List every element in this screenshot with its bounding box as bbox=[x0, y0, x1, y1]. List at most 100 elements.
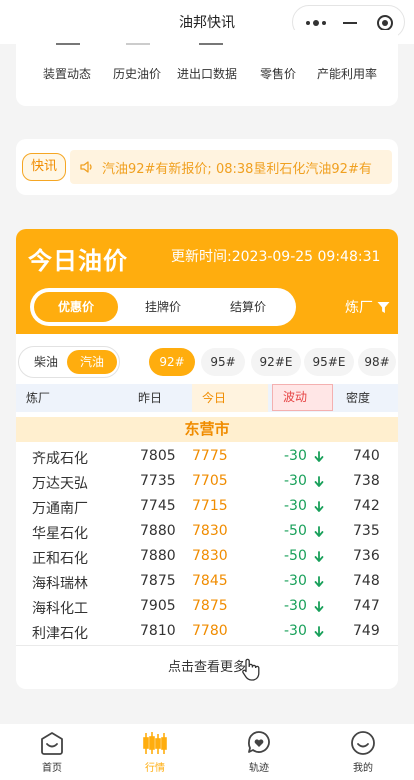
down-arrow-icon bbox=[314, 526, 324, 537]
more-icon[interactable] bbox=[306, 20, 326, 26]
price-change: -30 bbox=[284, 573, 307, 589]
down-arrow-icon bbox=[314, 601, 324, 612]
refinery-name: 万达天弘 bbox=[32, 476, 88, 492]
refinery-filter-label: 炼厂 bbox=[345, 300, 373, 316]
table-row[interactable]: 万通南厂 7745 7715 -30 742 bbox=[16, 495, 398, 520]
yesterday-price: 7805 bbox=[140, 448, 176, 464]
news-badge: 快讯 bbox=[22, 153, 66, 181]
price-title: 今日油价 bbox=[28, 247, 128, 275]
nav-track-label: 轨迹 bbox=[249, 763, 269, 774]
down-arrow-icon bbox=[314, 626, 324, 637]
refinery-name: 齐成石化 bbox=[32, 451, 88, 467]
table-row[interactable]: 正和石化 7880 7830 -50 736 bbox=[16, 545, 398, 570]
table-row[interactable]: 万达天弘 7735 7705 -30 738 bbox=[16, 470, 398, 495]
grade-95[interactable]: 95# bbox=[201, 348, 245, 376]
grade-95e[interactable]: 95#E bbox=[304, 348, 354, 376]
density-value: 747 bbox=[353, 598, 380, 614]
density-value: 738 bbox=[353, 473, 380, 489]
category-icon-stub bbox=[126, 43, 150, 45]
category-icon-stub bbox=[56, 43, 80, 45]
view-more-button[interactable]: 点击查看更多 bbox=[16, 645, 398, 689]
col-refinery: 炼厂 bbox=[26, 391, 51, 405]
category-icon-stub bbox=[199, 43, 223, 45]
refinery-filter[interactable]: 炼厂 bbox=[345, 297, 390, 317]
close-target-icon[interactable] bbox=[377, 15, 393, 31]
news-ticker[interactable]: 快讯 汽油92#有新报价; 08:38垦利石化汽油92#有 bbox=[16, 139, 398, 195]
nav-profile[interactable]: 我的 bbox=[333, 730, 393, 774]
nav-home[interactable]: 首页 bbox=[22, 730, 82, 774]
yesterday-price: 7875 bbox=[140, 573, 176, 589]
fuel-gasoline[interactable]: 汽油 bbox=[67, 350, 117, 374]
city-header: 东营市 bbox=[16, 417, 398, 442]
refinery-name: 利津石化 bbox=[32, 626, 88, 642]
table-row[interactable]: 利津石化 7810 7780 -30 749 bbox=[16, 620, 398, 645]
update-time: 更新时间:2023-09-25 09:48:31 bbox=[171, 249, 381, 265]
category-equipment[interactable]: 装置动态 bbox=[43, 65, 91, 82]
refinery-name: 海科瑞林 bbox=[32, 576, 88, 592]
density-value: 748 bbox=[353, 573, 380, 589]
home-icon bbox=[41, 732, 63, 755]
density-value: 749 bbox=[353, 623, 380, 639]
category-capacity[interactable]: 产能利用率 bbox=[317, 65, 377, 82]
down-arrow-icon bbox=[314, 451, 324, 462]
col-density[interactable]: 密度 bbox=[346, 384, 370, 412]
filter-icon bbox=[377, 301, 390, 313]
price-change: -50 bbox=[284, 548, 307, 564]
category-card: 装置动态 历史油价 进出口数据 零售价 产能利用率 bbox=[16, 30, 398, 106]
nav-profile-label: 我的 bbox=[353, 763, 373, 774]
col-today[interactable]: 今日 bbox=[192, 384, 268, 412]
tab-settlement-price[interactable]: 结算价 bbox=[206, 292, 290, 322]
fuel-type-switch: 柴油 汽油 bbox=[18, 346, 120, 378]
grade-92e[interactable]: 92#E bbox=[251, 348, 301, 376]
today-price: 7715 bbox=[192, 498, 228, 514]
price-header: 今日油价 更新时间:2023-09-25 09:48:31 优惠价 挂牌价 结算… bbox=[16, 229, 398, 334]
candlestick-icon bbox=[143, 732, 167, 754]
density-value: 742 bbox=[353, 498, 380, 514]
refinery-name: 正和石化 bbox=[32, 551, 88, 567]
down-arrow-icon bbox=[314, 501, 324, 512]
col-change[interactable]: 波动 bbox=[272, 384, 333, 411]
price-change: -30 bbox=[284, 623, 307, 639]
price-change: -30 bbox=[284, 448, 307, 464]
table-row[interactable]: 海科化工 7905 7875 -30 747 bbox=[16, 595, 398, 620]
price-change: -30 bbox=[284, 498, 307, 514]
refinery-name: 华星石化 bbox=[32, 526, 88, 542]
today-price: 7780 bbox=[192, 623, 228, 639]
track-icon bbox=[247, 731, 270, 753]
grade-98[interactable]: 98# bbox=[358, 348, 396, 376]
nav-market[interactable]: 行情 bbox=[125, 730, 185, 774]
minimize-icon[interactable] bbox=[343, 22, 357, 24]
view-more-label: 点击查看更多 bbox=[167, 660, 246, 675]
today-price: 7830 bbox=[192, 523, 228, 539]
speaker-icon bbox=[80, 161, 92, 173]
today-price: 7775 bbox=[192, 448, 228, 464]
grade-92[interactable]: 92# bbox=[149, 348, 195, 376]
table-header: 炼厂 昨日 今日 波动 密度 bbox=[16, 384, 398, 412]
density-value: 735 bbox=[353, 523, 380, 539]
nav-market-label: 行情 bbox=[145, 763, 165, 774]
table-row[interactable]: 华星石化 7880 7830 -50 735 bbox=[16, 520, 398, 545]
profile-icon bbox=[351, 731, 375, 755]
category-retail-price[interactable]: 零售价 bbox=[260, 65, 296, 82]
today-price: 7845 bbox=[192, 573, 228, 589]
col-yesterday[interactable]: 昨日 bbox=[128, 384, 186, 412]
news-strip[interactable]: 汽油92#有新报价; 08:38垦利石化汽油92#有 bbox=[70, 150, 392, 184]
yesterday-price: 7735 bbox=[140, 473, 176, 489]
price-change: -30 bbox=[284, 473, 307, 489]
category-history-price[interactable]: 历史油价 bbox=[113, 65, 161, 82]
fuel-diesel[interactable]: 柴油 bbox=[21, 350, 71, 374]
table-row[interactable]: 齐成石化 7805 7775 -30 740 bbox=[16, 445, 398, 470]
down-arrow-icon bbox=[314, 576, 324, 587]
price-change: -30 bbox=[284, 598, 307, 614]
nav-track[interactable]: 轨迹 bbox=[229, 730, 289, 774]
pointer-hand-icon bbox=[242, 658, 260, 681]
refinery-name: 万通南厂 bbox=[32, 501, 88, 517]
table-row[interactable]: 海科瑞林 7875 7845 -30 748 bbox=[16, 570, 398, 595]
category-import-export[interactable]: 进出口数据 bbox=[177, 65, 237, 82]
today-price: 7830 bbox=[192, 548, 228, 564]
news-text: 汽油92#有新报价; 08:38垦利石化汽油92#有 bbox=[102, 162, 372, 177]
tab-listed-price[interactable]: 挂牌价 bbox=[121, 292, 205, 322]
yesterday-price: 7880 bbox=[140, 523, 176, 539]
tab-discount-price[interactable]: 优惠价 bbox=[34, 292, 118, 322]
yesterday-price: 7905 bbox=[140, 598, 176, 614]
